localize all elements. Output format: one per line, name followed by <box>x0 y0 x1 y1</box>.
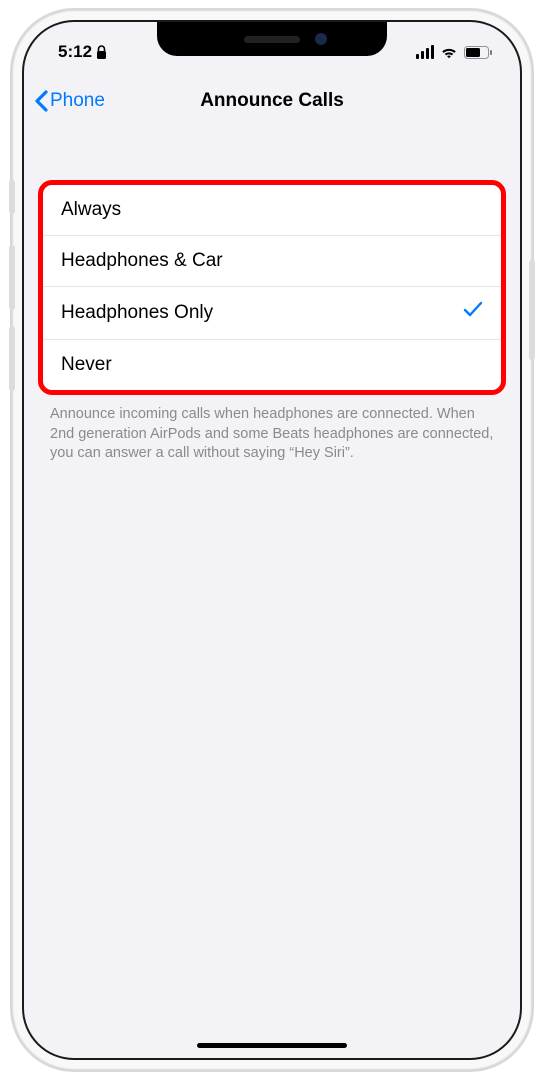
phone-frame: 5:12 <box>12 10 532 1070</box>
option-label: Never <box>61 354 112 376</box>
notch <box>157 22 387 56</box>
lock-icon <box>96 45 107 60</box>
speaker-grille <box>244 36 300 43</box>
announce-calls-options: Always Headphones & Car Headphones Only … <box>38 180 506 395</box>
status-time: 5:12 <box>58 42 92 62</box>
option-label: Headphones Only <box>61 302 213 324</box>
chevron-left-icon <box>34 90 48 112</box>
option-label: Headphones & Car <box>61 250 223 272</box>
wifi-icon <box>440 46 458 59</box>
back-button[interactable]: Phone <box>34 90 105 112</box>
option-label: Always <box>61 199 121 221</box>
screen: 5:12 <box>24 22 520 1058</box>
phone-volume-down <box>9 326 15 391</box>
status-left: 5:12 <box>58 42 107 62</box>
option-always[interactable]: Always <box>43 185 501 235</box>
page-title: Announce Calls <box>200 90 344 112</box>
cellular-signal-icon <box>416 45 434 59</box>
battery-icon <box>464 46 492 59</box>
option-headphones-and-car[interactable]: Headphones & Car <box>43 235 501 286</box>
back-label: Phone <box>50 90 105 112</box>
nav-bar: Phone Announce Calls <box>24 76 520 126</box>
phone-power-button <box>529 260 535 360</box>
front-camera <box>315 33 327 45</box>
home-indicator[interactable] <box>197 1043 347 1048</box>
option-never[interactable]: Never <box>43 339 501 390</box>
phone-volume-up <box>9 245 15 310</box>
option-headphones-only[interactable]: Headphones Only <box>43 286 501 339</box>
footer-description: Announce incoming calls when headphones … <box>50 405 494 464</box>
phone-mute-switch <box>9 180 15 214</box>
checkmark-icon <box>463 301 483 325</box>
status-right <box>416 45 492 59</box>
